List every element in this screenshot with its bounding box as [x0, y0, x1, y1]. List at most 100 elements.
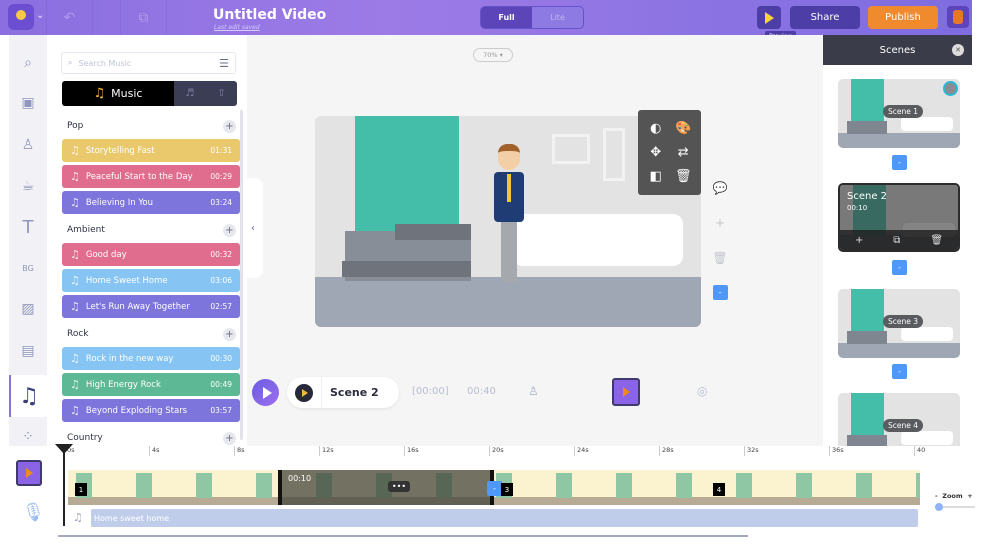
chevron-down-icon[interactable]: ⌄: [36, 10, 44, 21]
add-category-icon[interactable]: +: [223, 223, 236, 237]
current-scene-name: Scene 2: [330, 386, 379, 399]
audio-clip[interactable]: Home sweet home: [91, 509, 918, 527]
save-status[interactable]: Last edit saved: [214, 24, 260, 31]
scene-label: Scene 2: [847, 191, 888, 202]
filter-icon[interactable]: ☰: [219, 57, 229, 70]
trash-icon[interactable]: 🗑: [710, 240, 730, 275]
track-duration: 03:24: [210, 198, 232, 207]
scene-transition-button[interactable]: -: [892, 155, 907, 170]
character[interactable]: [492, 144, 526, 284]
video-title[interactable]: Untitled Video: [213, 7, 326, 23]
mode-lite-tab[interactable]: Lite: [532, 7, 583, 28]
track-item[interactable]: ♫ Rock in the new way 00:30: [62, 347, 240, 370]
music-note-icon: ♫: [70, 248, 80, 261]
contrast-icon[interactable]: ◐: [650, 121, 661, 136]
track-duration: 00:32: [210, 250, 232, 259]
app-logo-icon[interactable]: [8, 4, 34, 30]
collapse-panel-button[interactable]: ‹: [243, 178, 263, 278]
palette-icon[interactable]: 🎨: [675, 121, 691, 136]
track-item[interactable]: ♫ High Energy Rock 00:49: [62, 373, 240, 396]
duplicate-scene-icon[interactable]: ⧉: [893, 235, 900, 246]
track-list: Pop + ♫ Storytelling Fast 01:31 ♫ Peaceful S…: [62, 113, 240, 446]
play-button[interactable]: [252, 379, 279, 406]
delete-icon[interactable]: 🗑: [675, 169, 692, 184]
scene-play-pill[interactable]: Scene 2: [287, 377, 399, 408]
scene-marker[interactable]: 4: [713, 483, 725, 496]
collapse-toggle[interactable]: -: [710, 275, 730, 310]
background-icon[interactable]: BG: [9, 248, 47, 288]
track-duration: 00:29: [210, 172, 232, 181]
total-time: 00:40: [467, 386, 496, 397]
scene-thumbnail-selected[interactable]: Scene 2 00:10 + ⧉ 🗑: [838, 183, 960, 252]
scene-marker[interactable]: 1: [75, 483, 87, 496]
sound-effects-icon[interactable]: ♬: [185, 88, 194, 99]
props-icon[interactable]: ▣: [9, 83, 47, 123]
more-options-icon[interactable]: •••: [388, 481, 410, 492]
image-icon[interactable]: ▨: [9, 289, 47, 329]
video-preview-icon[interactable]: [612, 378, 640, 406]
zoom-select[interactable]: 70% ▾: [473, 48, 513, 62]
character-icon[interactable]: ♙: [528, 384, 539, 398]
add-scene-icon[interactable]: +: [855, 235, 863, 246]
track-item[interactable]: ♫ Home Sweet Home 03:06: [62, 269, 240, 292]
video-icon[interactable]: ▤: [9, 331, 47, 371]
time-ruler[interactable]: 0s4s8s12s16s20s24s28s32s36s40: [64, 446, 925, 460]
track-item[interactable]: ♫ Believing In You 03:24: [62, 191, 240, 214]
delete-scene-icon[interactable]: 🗑: [930, 235, 943, 246]
track-item[interactable]: ♫ Storytelling Fast 01:31: [62, 139, 240, 162]
play-scene-icon[interactable]: [295, 383, 313, 402]
music-note-icon: ♫: [70, 274, 80, 287]
duplicate-icon[interactable]: ⧉: [120, 0, 166, 35]
user-avatar[interactable]: [947, 6, 969, 28]
publish-button[interactable]: Publish: [868, 6, 938, 29]
music-icon[interactable]: ♫: [9, 375, 47, 417]
scene-transition-button[interactable]: -: [892, 260, 907, 275]
track-item[interactable]: ♫ Beyond Exploding Stars 03:57: [62, 399, 240, 422]
focus-icon[interactable]: ◎: [697, 384, 707, 398]
add-category-icon[interactable]: +: [223, 327, 236, 341]
move-icon[interactable]: ✥: [650, 145, 661, 160]
text-icon[interactable]: T: [9, 207, 47, 247]
selected-scene-time: 00:10: [288, 474, 312, 483]
search-icon[interactable]: ⌕: [9, 43, 47, 83]
track-item[interactable]: ♫ Let's Run Away Together 02:57: [62, 295, 240, 318]
scene-marker[interactable]: 3: [501, 483, 513, 496]
tab-music[interactable]: ♫ Music: [62, 81, 174, 106]
scene-thumbnail[interactable]: Scene 3: [838, 289, 960, 358]
track-duration: 03:06: [210, 276, 232, 285]
character-icon[interactable]: ♙: [9, 125, 47, 165]
add-category-icon[interactable]: +: [223, 119, 236, 133]
upload-icon[interactable]: ⇧: [217, 88, 225, 99]
audio-track: ♫ Home sweet home: [68, 507, 920, 529]
transition-marker[interactable]: -: [487, 481, 502, 496]
cup-icon[interactable]: ☕: [9, 166, 47, 206]
track-title: Believing In You: [85, 197, 154, 208]
search-music-input[interactable]: ⌕ Search Music ☰: [61, 52, 236, 74]
track-title: High Energy Rock: [85, 379, 161, 390]
scene-transition-button[interactable]: -: [892, 364, 907, 379]
playhead[interactable]: [55, 444, 73, 526]
premium-music-icon: ♫: [70, 404, 80, 417]
share-button[interactable]: Share: [790, 6, 860, 29]
toolbar-spacer: [166, 0, 212, 35]
video-track-icon[interactable]: [16, 460, 42, 486]
zoom-out-button[interactable]: -: [935, 492, 938, 500]
mode-toggle: Full Lite: [480, 6, 584, 29]
close-icon[interactable]: ✕: [952, 44, 964, 56]
undo-icon[interactable]: ↶: [46, 0, 92, 35]
zoom-slider[interactable]: [935, 503, 975, 511]
microphone-icon[interactable]: 🎙: [22, 502, 45, 523]
speech-bubble-icon[interactable]: 💬: [710, 170, 730, 205]
preview-button[interactable]: [757, 6, 781, 29]
mode-full-tab[interactable]: Full: [481, 7, 532, 28]
timeline-scrollbar[interactable]: [58, 535, 748, 537]
flip-icon[interactable]: ◧: [650, 169, 662, 184]
add-category-icon[interactable]: +: [223, 431, 236, 445]
scene-thumbnail[interactable]: Scene 1: [838, 79, 960, 148]
track-item[interactable]: ♫ Peaceful Start to the Day 00:29: [62, 165, 240, 188]
selected-scene-block[interactable]: 00:10 •••: [278, 470, 494, 505]
zoom-in-button[interactable]: +: [967, 492, 972, 500]
track-item[interactable]: ♫ Good day 00:32: [62, 243, 240, 266]
swap-icon[interactable]: ⇄: [678, 145, 689, 160]
add-icon[interactable]: +: [710, 205, 730, 240]
